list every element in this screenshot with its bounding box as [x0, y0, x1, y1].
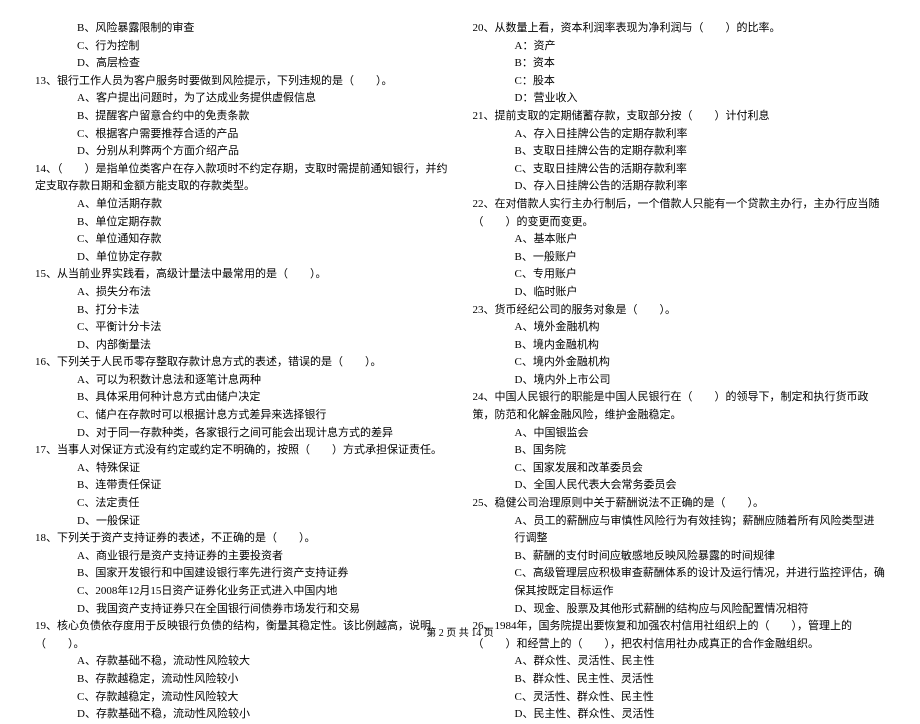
- q26-opt-c: C、灵活性、群众性、民主性: [473, 689, 886, 707]
- q12-opt-c: C、行为控制: [35, 38, 448, 56]
- q24-opt-d: D、全国人民代表大会常务委员会: [473, 477, 886, 495]
- q15-opt-b: B、打分卡法: [35, 302, 448, 320]
- q14-opt-b: B、单位定期存款: [35, 214, 448, 232]
- q21-text: 21、提前支取的定期储蓄存款，支取部分按（ ）计付利息: [473, 108, 886, 126]
- q22-opt-c: C、专用账户: [473, 266, 886, 284]
- q23-opt-d: D、境内外上市公司: [473, 372, 886, 390]
- q22-opt-d: D、临时账户: [473, 284, 886, 302]
- q13-opt-d: D、分别从利弊两个方面介绍产品: [35, 143, 448, 161]
- q25-opt-c: C、高级管理层应积极审查薪酬体系的设计及运行情况，并进行监控评估，确保其按既定目…: [473, 565, 886, 600]
- q24-opt-c: C、国家发展和改革委员会: [473, 460, 886, 478]
- q16-opt-d: D、对于同一存款种类，各家银行之间可能会出现计息方式的差异: [35, 425, 448, 443]
- q25-opt-d: D、现金、股票及其他形式薪酬的结构应与风险配置情况相符: [473, 601, 886, 619]
- q15-text: 15、从当前业界实践看，高级计量法中最常用的是（ ）。: [35, 266, 448, 284]
- q25-opt-b: B、薪酬的支付时间应敏感地反映风险暴露的时间规律: [473, 548, 886, 566]
- q14-opt-c: C、单位通知存款: [35, 231, 448, 249]
- q18-opt-b: B、国家开发银行和中国建设银行率先进行资产支持证券: [35, 565, 448, 583]
- q14-text: 14、（ ）是指单位类客户在存入款项时不约定存期，支取时需提前通知银行，并约定支…: [35, 161, 448, 196]
- q16-text: 16、下列关于人民币零存整取存款计息方式的表述，错误的是（ ）。: [35, 354, 448, 372]
- q19-opt-a: A、存款基础不稳，流动性风险较大: [35, 653, 448, 671]
- q13-opt-a: A、客户提出问题时，为了达成业务提供虚假信息: [35, 90, 448, 108]
- q20-opt-b: B：资本: [473, 55, 886, 73]
- q16-opt-a: A、可以为积数计息法和逐笔计息两种: [35, 372, 448, 390]
- q22-opt-a: A、基本账户: [473, 231, 886, 249]
- q18-opt-a: A、商业银行是资产支持证券的主要投资者: [35, 548, 448, 566]
- q12-opt-b: B、风险暴露限制的审查: [35, 20, 448, 38]
- q26-opt-d: D、民主性、群众性、灵活性: [473, 706, 886, 724]
- q25-text: 25、稳健公司治理原则中关于薪酬说法不正确的是（ ）。: [473, 495, 886, 513]
- q17-opt-b: B、连带责任保证: [35, 477, 448, 495]
- q13-opt-c: C、根据客户需要推荐合适的产品: [35, 126, 448, 144]
- left-column: B、风险暴露限制的审查 C、行为控制 D、高层检查 13、银行工作人员为客户服务…: [35, 20, 448, 724]
- document-columns: B、风险暴露限制的审查 C、行为控制 D、高层检查 13、银行工作人员为客户服务…: [35, 20, 885, 724]
- q20-text: 20、从数量上看，资本利润率表现为净利润与（ ）的比率。: [473, 20, 886, 38]
- page-footer: 第 2 页 共 14 页: [0, 626, 920, 642]
- q26-opt-a: A、群众性、灵活性、民主性: [473, 653, 886, 671]
- q21-opt-c: C、支取日挂牌公告的活期存款利率: [473, 161, 886, 179]
- q22-opt-b: B、一般账户: [473, 249, 886, 267]
- q16-opt-b: B、具体采用何种计息方式由储户决定: [35, 389, 448, 407]
- q17-opt-a: A、特殊保证: [35, 460, 448, 478]
- q17-text: 17、当事人对保证方式没有约定或约定不明确的，按照（ ）方式承担保证责任。: [35, 442, 448, 460]
- q24-opt-b: B、国务院: [473, 442, 886, 460]
- q24-opt-a: A、中国银监会: [473, 425, 886, 443]
- q17-opt-d: D、一般保证: [35, 513, 448, 531]
- q13-opt-b: B、提醒客户留意合约中的免责条款: [35, 108, 448, 126]
- q25-opt-a: A、员工的薪酬应与审慎性风险行为有效挂钩；薪酬应随着所有风险类型进行调整: [473, 513, 886, 548]
- q15-opt-d: D、内部衡量法: [35, 337, 448, 355]
- q20-opt-a: A：资产: [473, 38, 886, 56]
- q15-opt-a: A、损失分布法: [35, 284, 448, 302]
- q19-opt-b: B、存款越稳定，流动性风险较小: [35, 671, 448, 689]
- q23-opt-b: B、境内金融机构: [473, 337, 886, 355]
- q14-opt-d: D、单位协定存款: [35, 249, 448, 267]
- q21-opt-d: D、存入日挂牌公告的活期存款利率: [473, 178, 886, 196]
- q18-text: 18、下列关于资产支持证券的表述，不正确的是（ ）。: [35, 530, 448, 548]
- q22-text: 22、在对借款人实行主办行制后，一个借款人只能有一个贷款主办行，主办行应当随（ …: [473, 196, 886, 231]
- q20-opt-d: D：营业收入: [473, 90, 886, 108]
- q16-opt-c: C、储户在存款时可以根据计息方式差异来选择银行: [35, 407, 448, 425]
- q21-opt-a: A、存入日挂牌公告的定期存款利率: [473, 126, 886, 144]
- q14-opt-a: A、单位活期存款: [35, 196, 448, 214]
- q19-opt-c: C、存款越稳定，流动性风险较大: [35, 689, 448, 707]
- q20-opt-c: C：股本: [473, 73, 886, 91]
- q18-opt-d: D、我国资产支持证券只在全国银行间债券市场发行和交易: [35, 601, 448, 619]
- q26-opt-b: B、群众性、民主性、灵活性: [473, 671, 886, 689]
- q12-opt-d: D、高层检查: [35, 55, 448, 73]
- q21-opt-b: B、支取日挂牌公告的定期存款利率: [473, 143, 886, 161]
- q19-opt-d: D、存款基础不稳，流动性风险较小: [35, 706, 448, 724]
- q15-opt-c: C、平衡计分卡法: [35, 319, 448, 337]
- q24-text: 24、中国人民银行的职能是中国人民银行在（ ）的领导下，制定和执行货币政策，防范…: [473, 389, 886, 424]
- q13-text: 13、银行工作人员为客户服务时要做到风险提示，下列违规的是（ ）。: [35, 73, 448, 91]
- q18-opt-c: C、2008年12月15日资产证券化业务正式进入中国内地: [35, 583, 448, 601]
- q23-opt-c: C、境内外金融机构: [473, 354, 886, 372]
- q23-opt-a: A、境外金融机构: [473, 319, 886, 337]
- q17-opt-c: C、法定责任: [35, 495, 448, 513]
- right-column: 20、从数量上看，资本利润率表现为净利润与（ ）的比率。 A：资产 B：资本 C…: [473, 20, 886, 724]
- q23-text: 23、货币经纪公司的服务对象是（ ）。: [473, 302, 886, 320]
